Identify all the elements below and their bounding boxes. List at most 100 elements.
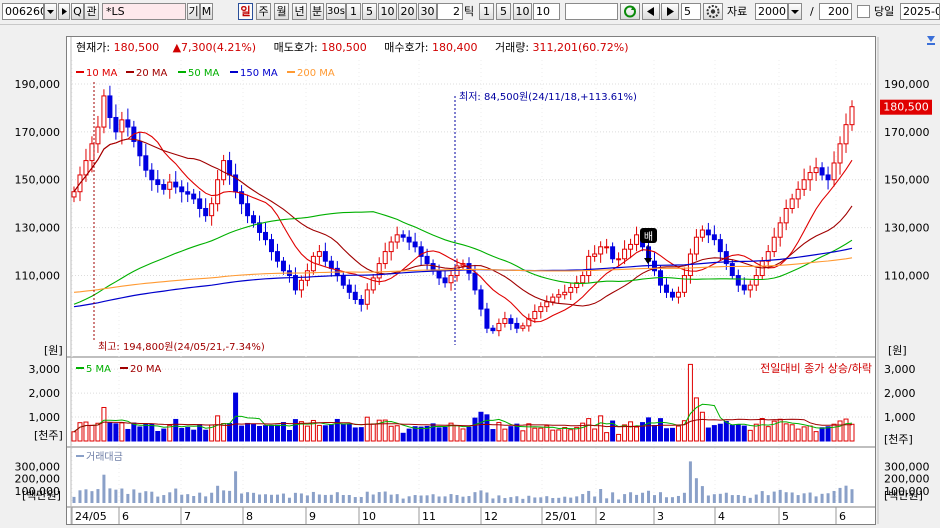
price-tick-left: 190,000 [15, 78, 61, 91]
volume-bar [346, 423, 352, 442]
volume-bar [149, 423, 155, 442]
price-tick-right: 150,000 [884, 174, 930, 187]
amount-bar [395, 494, 399, 503]
volume-bar [322, 425, 328, 442]
volume-bar [687, 363, 693, 442]
candle-body [209, 203, 215, 217]
amount-bar [760, 491, 764, 503]
amount-bar [670, 497, 674, 503]
amount-bar [246, 492, 250, 503]
volume-bar [520, 430, 526, 442]
amount-bar [383, 491, 387, 503]
volume-ma5-line [73, 403, 853, 433]
amount-bar [700, 486, 704, 503]
amount-bar [491, 498, 495, 503]
candle-body [251, 215, 257, 224]
volume-bar [825, 426, 831, 442]
candle-body [155, 179, 161, 186]
volume-bar [508, 426, 514, 442]
candle-body [328, 260, 334, 269]
candle-body [508, 318, 514, 324]
amount-bar [150, 491, 154, 503]
price-tick-right: 190,000 [884, 78, 930, 91]
candle-body [484, 308, 490, 329]
candle-body [819, 167, 825, 176]
amount-unit-left: [백만원] [22, 489, 61, 502]
candle-body [556, 294, 562, 298]
candle-body [604, 246, 610, 249]
volume-bar [472, 417, 478, 442]
volume-bar [173, 418, 179, 442]
amount-bar [305, 495, 309, 503]
candle-body [412, 241, 418, 248]
candle-body [191, 193, 197, 200]
amount-bar [467, 496, 471, 503]
amount-bar [144, 491, 148, 503]
amount-bar [748, 497, 752, 503]
volume-bar [538, 427, 544, 442]
candle-body [448, 275, 454, 284]
volume-bar [783, 423, 789, 442]
amount-bar [180, 494, 184, 503]
amount-bar [78, 490, 82, 503]
volume-bar [442, 426, 448, 442]
candle-body [693, 236, 699, 255]
candle-body [669, 291, 675, 298]
amount-bar [311, 491, 315, 503]
amount-bar [347, 494, 351, 503]
candle-body [179, 186, 185, 193]
candle-body [735, 275, 741, 286]
candle-body [400, 234, 406, 238]
candle-body [837, 143, 843, 164]
volume-bar [304, 425, 310, 442]
amount-bar [694, 478, 698, 503]
volume-legend-5ma: 5 MA [86, 364, 111, 375]
volume-bar [340, 423, 346, 442]
volume-bar [675, 425, 681, 442]
candle-body [699, 229, 705, 238]
volume-bar [646, 417, 652, 442]
amount-bar [485, 492, 489, 503]
amount-bar [718, 493, 722, 503]
price-tick-right: 130,000 [884, 222, 930, 235]
amount-bar [587, 490, 591, 503]
amount-bar [503, 498, 507, 503]
candle-body [167, 181, 173, 190]
volume-bar [328, 424, 334, 442]
volume-bar [412, 426, 418, 442]
candle-body [268, 239, 274, 253]
amount-bar [557, 497, 561, 503]
volume-bar [759, 417, 765, 442]
amount-tick-left: 200,000 [15, 473, 61, 486]
amount-bar [186, 494, 190, 503]
candle-body [346, 284, 352, 293]
candle-body [472, 272, 478, 291]
amount-bar [299, 493, 303, 503]
volume-bar [263, 425, 269, 442]
volume-bar [239, 425, 245, 442]
amount-bar [688, 461, 692, 503]
candle-body [274, 251, 280, 262]
volume-bar [83, 421, 89, 442]
volume-bar [161, 428, 167, 442]
amount-bar [796, 495, 800, 503]
x-axis-label: 5 [782, 510, 789, 523]
amount-bar [545, 496, 549, 503]
amount-bar [838, 487, 842, 503]
amount-bar [240, 493, 244, 503]
amount-bar [808, 492, 812, 503]
ma150-line [73, 247, 853, 308]
candle-body [532, 310, 538, 320]
x-axis-label: 8 [246, 510, 253, 523]
amount-bar [443, 496, 447, 503]
amount-bar [802, 493, 806, 503]
amount-bar [252, 492, 256, 503]
amount-bar [623, 494, 627, 503]
legend-200ma: 200 MA [297, 68, 335, 79]
amount-bar [84, 489, 88, 503]
legend-150ma: 150 MA [240, 68, 278, 79]
volume-bar [143, 423, 149, 442]
amount-bar [419, 495, 423, 503]
x-axis-label: 7 [184, 510, 191, 523]
amount-bar [527, 495, 531, 503]
